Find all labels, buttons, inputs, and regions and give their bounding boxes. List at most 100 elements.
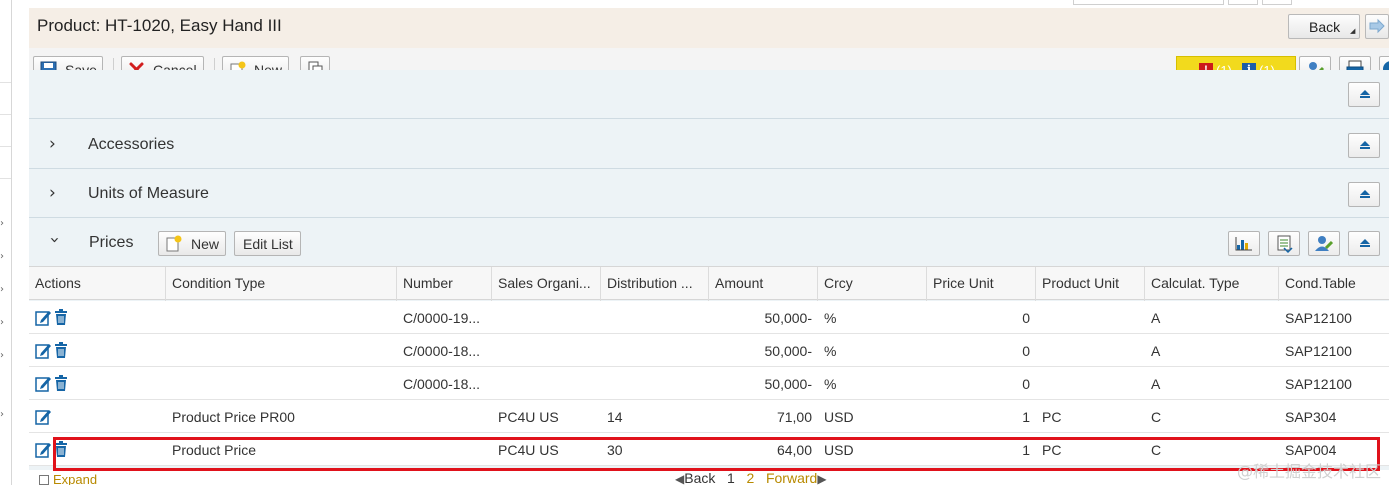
section-collapsed-partial[interactable]	[29, 70, 1389, 119]
column-header-calc-type[interactable]: Calculat. Type	[1145, 267, 1279, 301]
edit-list-button[interactable]: Edit List	[234, 231, 301, 256]
chevron-right-icon[interactable]: ›	[0, 284, 4, 295]
table-row[interactable]: C/0000-18... 50,000- % 0 A SAP12100	[29, 334, 1389, 367]
forward-arrow-icon	[1369, 18, 1385, 34]
cell-condition-type	[166, 367, 397, 400]
column-header-actions[interactable]: Actions	[29, 267, 166, 301]
table-footer: Expand ◀Back 1 2 Forward▶	[29, 470, 1389, 485]
collapse-section-button[interactable]	[1348, 231, 1380, 256]
cell-distribution	[601, 367, 709, 400]
eject-icon	[1360, 239, 1370, 244]
chevron-right-icon[interactable]: ›	[0, 317, 4, 328]
cell-number: C/0000-18...	[403, 376, 481, 392]
column-header-distribution[interactable]: Distribution ...	[601, 267, 709, 301]
pager-page-1[interactable]: 1	[727, 470, 735, 485]
cell-price-unit: 1	[1022, 409, 1030, 425]
cell-number: C/0000-18...	[403, 343, 481, 359]
collapse-section-button[interactable]	[1348, 182, 1380, 207]
cell-sales-org: PC4U US	[498, 409, 559, 425]
forward-button[interactable]	[1365, 14, 1389, 39]
cell-condition-type: Product Price PR00	[172, 409, 295, 425]
pager-page-2[interactable]: 2	[747, 470, 755, 485]
section-prices[interactable]: › Prices New Edit List	[29, 218, 1389, 267]
cell-crcy: USD	[824, 409, 854, 425]
edit-icon[interactable]	[35, 441, 51, 458]
section-units-of-measure[interactable]: › Units of Measure	[29, 169, 1389, 218]
delete-icon[interactable]	[53, 375, 69, 392]
page-title: Product: HT-1020, Easy Hand III	[37, 16, 282, 35]
delete-icon[interactable]	[53, 342, 69, 359]
cell-amount: 50,000-	[764, 376, 812, 392]
highlight-box	[53, 437, 1380, 471]
export-icon	[1277, 235, 1293, 254]
pager-forward[interactable]: Forward	[766, 470, 817, 485]
cell-calc-type: A	[1151, 376, 1161, 392]
edit-list-label: Edit List	[243, 236, 293, 252]
edit-icon[interactable]	[35, 408, 51, 425]
cell-price-unit: 0	[1022, 343, 1030, 359]
section-title-units-of-measure: Units of Measure	[88, 185, 209, 202]
back-button-label: Back	[1309, 19, 1341, 35]
column-header-product-unit[interactable]: Product Unit	[1036, 267, 1145, 301]
column-header-number[interactable]: Number	[397, 267, 492, 301]
chevron-right-icon[interactable]: ›	[0, 350, 4, 361]
chevron-right-icon[interactable]: ›	[49, 183, 56, 203]
cell-product-unit	[1036, 367, 1145, 400]
column-header-cond-table[interactable]: Cond.Table	[1279, 267, 1389, 301]
delete-icon[interactable]	[53, 309, 69, 326]
cell-cond-table: SAP304	[1285, 409, 1337, 425]
chevron-right-icon[interactable]: ›	[0, 251, 4, 262]
personalize-icon	[1315, 236, 1334, 251]
chevron-right-icon[interactable]: ›	[0, 409, 4, 420]
expand-link[interactable]: Expand	[39, 472, 97, 485]
cell-product-unit	[1036, 334, 1145, 367]
chevron-down-icon[interactable]: ›	[44, 237, 64, 244]
cell-calc-type: A	[1151, 310, 1161, 326]
chevron-right-icon[interactable]: ›	[0, 218, 4, 229]
edit-icon[interactable]	[35, 375, 51, 392]
eject-icon	[1360, 141, 1370, 146]
section-accessories[interactable]: › Accessories	[29, 120, 1389, 169]
column-header-crcy[interactable]: Crcy	[818, 267, 927, 301]
cell-sales-org	[492, 367, 601, 400]
prices-new-button[interactable]: New	[158, 231, 226, 256]
chevron-right-icon[interactable]: ›	[49, 134, 56, 154]
edit-icon[interactable]	[35, 342, 51, 359]
cell-distribution	[601, 334, 709, 367]
cell-condition-type	[166, 301, 397, 334]
top-button[interactable]	[1262, 0, 1292, 5]
export-button[interactable]	[1268, 231, 1300, 256]
cell-number: C/0000-19...	[403, 310, 481, 326]
collapse-section-button[interactable]	[1348, 82, 1380, 107]
collapse-section-button[interactable]	[1348, 133, 1380, 158]
dropdown-icon[interactable]: ◢	[1350, 27, 1355, 35]
cell-product-unit	[1036, 301, 1145, 334]
table-row[interactable]: C/0000-19... 50,000- % 0 A SAP12100	[29, 301, 1389, 334]
chart-button[interactable]	[1228, 231, 1260, 256]
top-search-box[interactable]	[1073, 0, 1224, 5]
cell-cond-table: SAP12100	[1285, 343, 1352, 359]
strip-divider	[0, 114, 11, 115]
top-button[interactable]	[1228, 0, 1258, 5]
column-header-sales-org[interactable]: Sales Organi...	[492, 267, 601, 301]
column-header-amount[interactable]: Amount	[709, 267, 818, 301]
edit-icon[interactable]	[35, 309, 51, 326]
prices-new-label: New	[191, 236, 220, 252]
section-title-accessories: Accessories	[88, 136, 175, 153]
table-row[interactable]: Product Price PR00 PC4U US 14 71,00 USD …	[29, 400, 1389, 433]
pager-back[interactable]: Back	[684, 470, 715, 485]
product-page: Product: HT-1020, Easy Hand III Back ◢ S…	[12, 0, 1389, 485]
table-row[interactable]: C/0000-18... 50,000- % 0 A SAP12100	[29, 367, 1389, 400]
pager: ◀Back 1 2 Forward▶	[675, 470, 827, 485]
cell-distribution	[601, 301, 709, 334]
column-header-price-unit[interactable]: Price Unit	[927, 267, 1036, 301]
expand-label: Expand	[53, 472, 98, 485]
column-header-condition-type[interactable]: Condition Type	[166, 267, 397, 301]
cell-price-unit: 0	[1022, 376, 1030, 392]
table-personalize-button[interactable]	[1308, 231, 1340, 256]
pager-forward-arrow-icon[interactable]: ▶	[817, 472, 826, 485]
eject-icon	[1360, 190, 1370, 195]
cell-amount: 50,000-	[764, 343, 812, 359]
pager-back-arrow-icon[interactable]: ◀	[675, 472, 684, 485]
back-button[interactable]: Back ◢	[1288, 14, 1360, 39]
